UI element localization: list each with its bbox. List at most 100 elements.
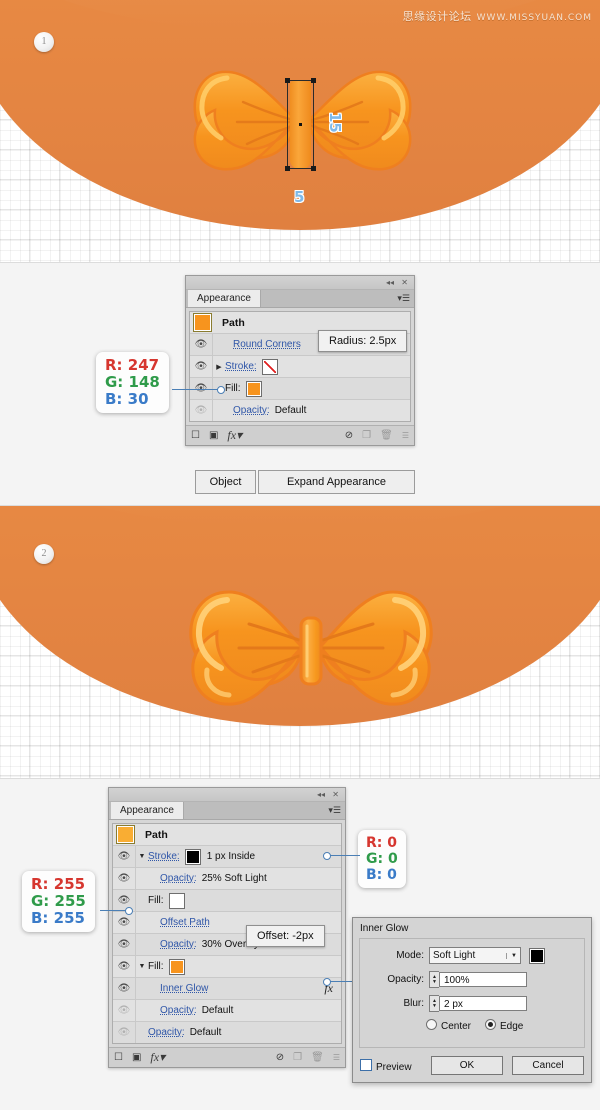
- radio-edge[interactable]: Edge: [485, 1019, 523, 1032]
- inner-glow-dialog[interactable]: Inner Glow Mode: Soft Light ▼ Opacity: ▲…: [352, 917, 592, 1083]
- visibility-eye-icon[interactable]: 👁: [113, 868, 136, 889]
- step-badge-1: 1: [34, 32, 54, 52]
- resize-grip-icon[interactable]: ☰: [402, 431, 409, 440]
- chevron-right-icon[interactable]: ▶: [213, 363, 225, 371]
- chevron-down-icon[interactable]: ▼: [136, 853, 148, 860]
- opacity-label[interactable]: Opacity:: [160, 873, 197, 884]
- handle-bottom-right[interactable]: [311, 166, 316, 171]
- new-stroke-icon[interactable]: ▣: [209, 430, 218, 441]
- clear-appearance-icon[interactable]: ⊘: [345, 430, 353, 441]
- blur-stepper[interactable]: ▲ ▼: [429, 995, 439, 1012]
- opacity-label[interactable]: Opacity:: [148, 1027, 185, 1038]
- visibility-eye-icon[interactable]: 👁: [113, 912, 136, 933]
- path-label: Path: [222, 316, 245, 329]
- delete-icon[interactable]: 🗑: [380, 430, 393, 441]
- tab-appearance[interactable]: Appearance: [111, 802, 184, 819]
- visibility-eye-icon[interactable]: 👁: [190, 334, 213, 355]
- panel-menu-icon[interactable]: ▾☰: [328, 805, 341, 815]
- collapse-icon[interactable]: ◂◂: [386, 278, 394, 287]
- handle-top-left[interactable]: [285, 78, 290, 83]
- inner-glow-label[interactable]: Inner Glow: [160, 983, 208, 994]
- close-icon[interactable]: ✕: [401, 278, 408, 287]
- object-button[interactable]: Object: [195, 470, 256, 494]
- fill-label[interactable]: Fill:: [148, 961, 164, 972]
- opacity-stepper[interactable]: ▲ ▼: [429, 971, 439, 988]
- selection-bounding-box[interactable]: [285, 78, 316, 171]
- chevron-down-icon[interactable]: ▼: [506, 952, 517, 959]
- radio-center-icon[interactable]: [426, 1019, 437, 1030]
- stroke-swatch-black[interactable]: [184, 848, 201, 865]
- delete-icon[interactable]: 🗑: [311, 1052, 324, 1063]
- visibility-eye-icon[interactable]: 👁: [113, 890, 136, 911]
- collapse-icon[interactable]: ◂◂: [317, 790, 325, 799]
- opacity-input[interactable]: 100%: [439, 972, 527, 987]
- row-stroke-opacity[interactable]: 👁 Opacity: 25% Soft Light: [113, 868, 341, 890]
- cancel-button[interactable]: Cancel: [512, 1056, 584, 1075]
- fx-icon[interactable]: fx▾: [150, 1050, 165, 1065]
- blur-input[interactable]: 2 px: [439, 996, 527, 1011]
- preview-checkbox[interactable]: Preview: [360, 1058, 412, 1073]
- mode-select[interactable]: Soft Light ▼: [429, 947, 521, 964]
- row-stroke[interactable]: 👁 ▼ Stroke: 1 px Inside: [113, 846, 341, 868]
- row-fill-orange[interactable]: 👁 ▼ Fill:: [113, 956, 341, 978]
- chevron-down-icon[interactable]: ▼: [136, 963, 148, 970]
- row-inner-glow[interactable]: 👁 Inner Glow fx: [113, 978, 341, 1000]
- radio-center[interactable]: Center: [426, 1019, 471, 1032]
- panel-menu-icon[interactable]: ▾☰: [397, 293, 410, 303]
- stroke-label[interactable]: Stroke:: [225, 361, 257, 372]
- close-icon[interactable]: ✕: [332, 790, 339, 799]
- fill-label[interactable]: Fill:: [225, 383, 241, 394]
- stepper-down-icon[interactable]: ▼: [432, 979, 437, 985]
- visibility-eye-icon-off[interactable]: 👁: [113, 1000, 136, 1021]
- visibility-eye-icon[interactable]: 👁: [113, 934, 136, 955]
- fill-swatch-white[interactable]: [168, 892, 185, 909]
- checkbox-icon[interactable]: [360, 1058, 372, 1071]
- duplicate-icon[interactable]: ❐: [362, 430, 371, 441]
- row-fill-white[interactable]: 👁 Fill:: [113, 890, 341, 912]
- expand-appearance-button[interactable]: Expand Appearance: [258, 470, 415, 494]
- opacity-label[interactable]: Opacity:: [160, 1005, 197, 1016]
- fill-swatch-orange[interactable]: [245, 380, 262, 397]
- visibility-eye-icon[interactable]: 👁: [113, 956, 136, 977]
- new-stroke-icon[interactable]: ▣: [132, 1052, 141, 1063]
- round-corners-label[interactable]: Round Corners: [233, 339, 301, 350]
- stroke-swatch-none[interactable]: [261, 358, 278, 375]
- watermark-cn: 思缘设计论坛: [402, 10, 472, 23]
- center-point: [299, 123, 302, 126]
- radio-edge-icon[interactable]: [485, 1019, 497, 1030]
- glow-color-swatch[interactable]: [529, 947, 545, 964]
- fill-swatch-orange[interactable]: [168, 958, 185, 975]
- callout-leader-line: [100, 906, 133, 915]
- handle-top-right[interactable]: [311, 78, 316, 83]
- duplicate-icon[interactable]: ❐: [293, 1052, 302, 1063]
- row-stroke[interactable]: 👁 ▶ Stroke:: [190, 356, 410, 378]
- ok-button[interactable]: OK: [431, 1056, 503, 1075]
- fill-label[interactable]: Fill:: [148, 895, 164, 906]
- stepper-down-icon[interactable]: ▼: [432, 1003, 437, 1009]
- tab-appearance[interactable]: Appearance: [188, 290, 261, 307]
- row-object-opacity[interactable]: 👁 Opacity: Default: [113, 1022, 341, 1043]
- opacity-label[interactable]: Opacity:: [160, 939, 197, 950]
- row-opacity[interactable]: 👁 Opacity: Default: [190, 400, 410, 421]
- rgb-r: R: 0: [366, 835, 397, 851]
- clear-appearance-icon[interactable]: ⊘: [276, 1052, 284, 1063]
- new-fill-icon[interactable]: ☐: [191, 430, 200, 441]
- dialog-body: Mode: Soft Light ▼ Opacity: ▲ ▼ 100% Blu…: [359, 938, 585, 1048]
- radio-edge-label: Edge: [500, 1021, 524, 1032]
- visibility-eye-icon[interactable]: 👁: [190, 356, 213, 377]
- stroke-label[interactable]: Stroke:: [148, 851, 180, 862]
- row-path[interactable]: Path: [113, 824, 341, 846]
- dimension-height-value: 15: [326, 112, 344, 133]
- fx-icon[interactable]: fx▾: [227, 428, 242, 443]
- opacity-label[interactable]: Opacity:: [233, 405, 270, 416]
- row-inner-opacity[interactable]: 👁 Opacity: Default: [113, 1000, 341, 1022]
- visibility-eye-icon-off[interactable]: 👁: [113, 1022, 136, 1043]
- offset-path-label[interactable]: Offset Path: [160, 917, 210, 928]
- handle-bottom-left[interactable]: [285, 166, 290, 171]
- new-fill-icon[interactable]: ☐: [114, 1052, 123, 1063]
- resize-grip-icon[interactable]: ☰: [333, 1053, 340, 1062]
- visibility-eye-icon[interactable]: 👁: [113, 846, 136, 867]
- appearance-panel-top[interactable]: ◂◂ ✕ Appearance ▾☰ Path 👁 Round Corners …: [185, 275, 415, 446]
- visibility-eye-icon[interactable]: 👁: [113, 978, 136, 999]
- visibility-eye-icon-off[interactable]: 👁: [190, 400, 213, 421]
